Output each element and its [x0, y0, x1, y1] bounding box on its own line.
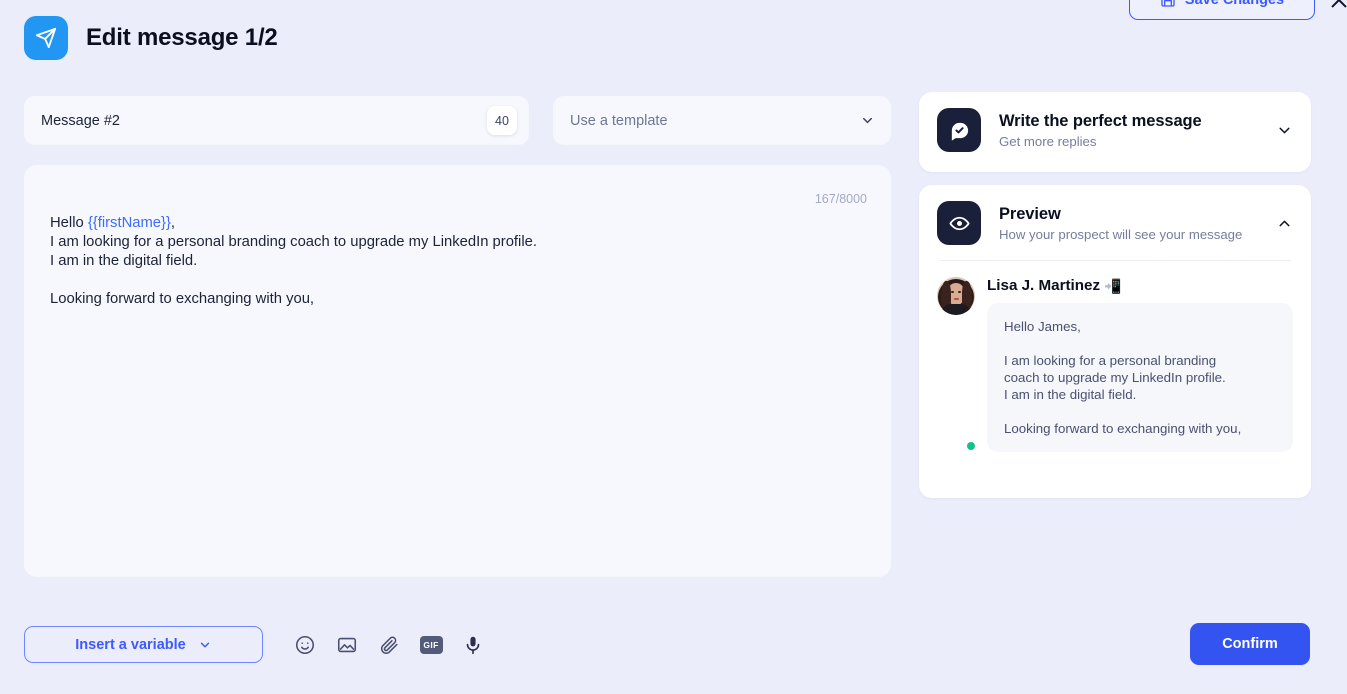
write-card-header: Write the perfect message Get more repli… [919, 92, 1311, 152]
insert-variable-label: Insert a variable [75, 636, 186, 653]
chevron-up-icon[interactable] [1276, 215, 1293, 232]
insert-variable-button[interactable]: Insert a variable [24, 626, 263, 663]
microphone-icon [462, 634, 484, 656]
close-button[interactable] [1325, 0, 1347, 14]
attachment-button[interactable] [376, 632, 402, 658]
preview-card-header[interactable]: Preview How your prospect will see your … [919, 185, 1311, 245]
message-name-value: Message #2 [41, 112, 120, 129]
preview-card-subtitle: How your prospect will see your message [999, 226, 1243, 242]
editor-line1-suffix: , [170, 215, 176, 231]
save-changes-button[interactable]: Save Changes [1129, 0, 1315, 20]
write-card-title: Write the perfect message [999, 111, 1202, 130]
eye-icon [948, 212, 971, 235]
editor-line1-prefix: Hello [50, 215, 88, 231]
chevron-down-icon[interactable] [1276, 122, 1293, 139]
voice-note-button[interactable] [460, 632, 486, 658]
modal-header: Edit message 1/2 [24, 16, 278, 60]
status-badge [966, 441, 976, 451]
close-x-icon [1328, 0, 1347, 11]
avatar [937, 277, 975, 315]
gif-icon: GIF [419, 636, 443, 654]
avatar-column [937, 277, 976, 452]
write-card-texts: Write the perfect message Get more repli… [999, 112, 1258, 149]
editor-toolbar: GIF [292, 632, 486, 658]
app-logo [24, 16, 68, 60]
preview-message-bubble: Hello James, I am looking for a personal… [987, 303, 1293, 452]
attachment-icon [378, 634, 400, 656]
preview-card-title: Preview [999, 204, 1061, 223]
mobile-phone-arrow-icon: 📲 [1104, 277, 1122, 294]
write-card-icon-tile [937, 108, 981, 152]
editor-body-rest: I am looking for a personal branding coa… [50, 234, 537, 307]
emoji-button[interactable] [292, 632, 318, 658]
template-select[interactable]: Use a template [553, 96, 891, 145]
preview-message-main: Lisa J. Martinez 📲 Hello James, I am loo… [987, 277, 1293, 452]
preview-person-name-row: Lisa J. Martinez 📲 [987, 277, 1293, 294]
message-name-field[interactable]: Message #2 40 [24, 96, 529, 145]
gif-button[interactable]: GIF [418, 632, 444, 658]
preview-message: Lisa J. Martinez 📲 Hello James, I am loo… [919, 261, 1311, 452]
floppy-save-icon [1160, 0, 1176, 8]
confirm-button[interactable]: Confirm [1190, 623, 1310, 665]
template-select-label: Use a template [570, 112, 668, 129]
edit-message-modal: Edit message 1/2 Save Changes Message #2… [0, 0, 1347, 694]
message-editor[interactable]: 167/8000 Hello {{firstName}}, I am looki… [24, 165, 891, 577]
character-counter: 167/8000 [814, 192, 867, 206]
write-perfect-message-card[interactable]: Write the perfect message Get more repli… [919, 92, 1311, 172]
image-button[interactable] [334, 632, 360, 658]
preview-card: Preview How your prospect will see your … [919, 185, 1311, 498]
preview-card-icon-tile [937, 201, 981, 245]
chat-check-icon [948, 119, 971, 142]
variable-token[interactable]: {{firstName}} [88, 215, 171, 231]
paper-plane-icon [35, 27, 57, 49]
page-title: Edit message 1/2 [86, 24, 278, 51]
write-card-subtitle: Get more replies [999, 133, 1097, 149]
chevron-down-icon [198, 638, 212, 652]
message-editor-body[interactable]: Hello {{firstName}}, I am looking for a … [50, 214, 865, 309]
emoji-icon [294, 634, 316, 656]
preview-person-name: Lisa J. Martinez [987, 277, 1101, 294]
preview-card-texts: Preview How your prospect will see your … [999, 205, 1258, 242]
chevron-down-icon [860, 113, 875, 128]
delay-count-badge[interactable]: 40 [487, 106, 517, 135]
save-changes-label: Save Changes [1184, 0, 1285, 8]
image-icon [336, 634, 358, 656]
